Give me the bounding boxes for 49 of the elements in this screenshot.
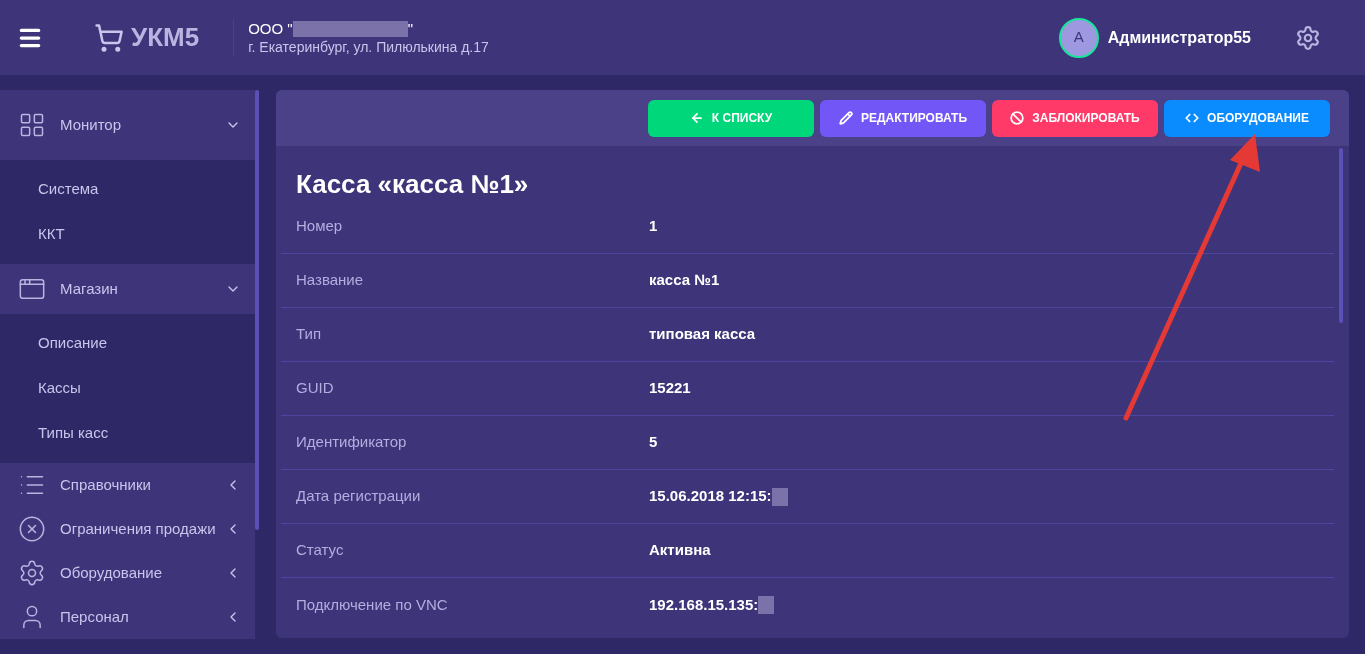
pencil-icon: [838, 111, 853, 125]
org-address: г. Екатеринбург, ул. Пилюлькина д.17: [248, 37, 489, 56]
submenu-item[interactable]: Типы касс: [0, 411, 255, 456]
field-value: касса №1: [649, 270, 720, 291]
toolbar-button[interactable]: РЕДАКТИРОВАТЬ: [820, 99, 986, 137]
field-label: GUID: [296, 378, 335, 399]
sidebar-item[interactable]: Монитор: [0, 90, 255, 160]
sidebar-item[interactable]: Справочники: [0, 463, 255, 507]
gear-icon: [18, 559, 46, 587]
user-avatar[interactable]: А: [1058, 17, 1099, 58]
field-label: Подключение по VNC: [296, 594, 449, 615]
submenu-item[interactable]: Система: [0, 167, 255, 212]
field-label: Статус: [296, 540, 345, 561]
code-icon: [1185, 111, 1200, 125]
field-value: Активна: [649, 540, 711, 561]
page-title: Касса «касса №1»: [296, 168, 530, 200]
toolbar-button[interactable]: ОБОРУДОВАНИЕ: [1164, 99, 1330, 137]
grid-icon: [18, 111, 46, 139]
settings-icon[interactable]: [1295, 24, 1321, 51]
field-value: 15.06.2018 12:15:: [649, 486, 772, 507]
submenu-item[interactable]: ККТ: [0, 212, 255, 257]
circle-x-icon: [18, 515, 46, 543]
sidebar-item[interactable]: Персонал: [0, 595, 255, 639]
field-label: Тип: [296, 324, 322, 345]
redacted-block: [771, 487, 788, 506]
sidebar-item[interactable]: Ограничения продажи: [0, 507, 255, 551]
field-value: 5: [649, 432, 658, 453]
scrollbar[interactable]: [1339, 148, 1343, 323]
org-name: ООО ": [248, 19, 293, 38]
field-value: типовая касса: [649, 324, 756, 345]
field-label: Дата регистрации: [296, 486, 422, 507]
scrollbar[interactable]: [255, 90, 259, 530]
field-label: Номер: [296, 216, 344, 237]
redacted-block: [758, 596, 775, 614]
ban-icon: [1010, 111, 1025, 125]
logo-text: УКМ5: [131, 21, 200, 54]
field-value: 15221: [649, 378, 691, 399]
user-name[interactable]: Администратор55: [1107, 25, 1251, 50]
submenu-item[interactable]: Описание: [0, 321, 255, 366]
field-value: 192.168.15.135:: [649, 594, 759, 615]
sidebar-item[interactable]: Оборудование: [0, 551, 255, 595]
field-label: Идентификатор: [296, 432, 408, 453]
arrow-left-icon: [689, 111, 704, 125]
sidebar-item[interactable]: Магазин: [0, 264, 255, 314]
submenu-item[interactable]: Кассы: [0, 366, 255, 411]
field-value: 1: [649, 216, 658, 237]
field-label: Название: [296, 270, 365, 291]
toolbar-button[interactable]: ЗАБЛОКИРОВАТЬ: [992, 99, 1158, 137]
quote-mark: ": [407, 19, 413, 38]
